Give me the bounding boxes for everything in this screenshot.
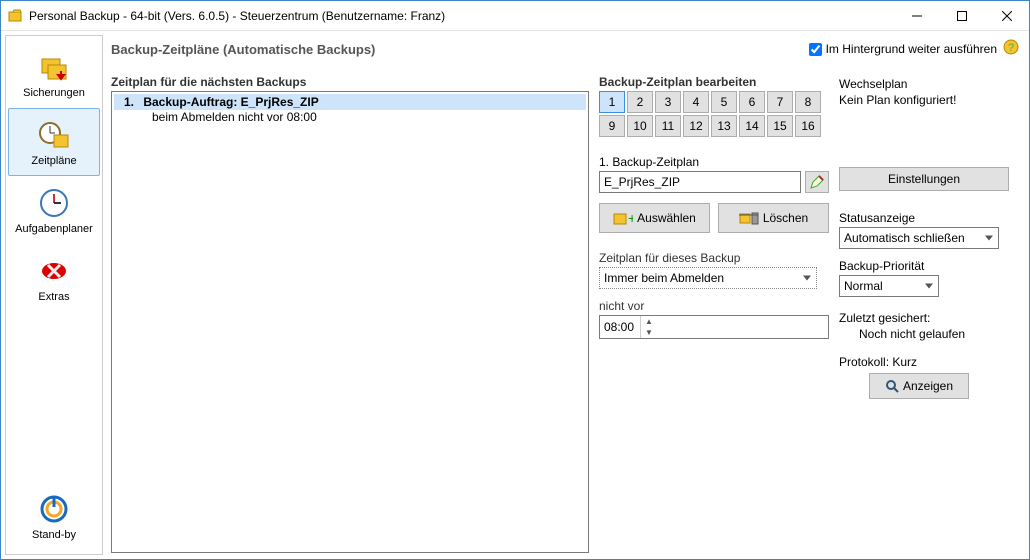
help-icon[interactable]: ? (1003, 39, 1019, 60)
maximize-button[interactable] (939, 1, 984, 30)
not-before-label: nicht vor (599, 299, 829, 313)
sidebar-item-standby[interactable]: Stand-by (8, 482, 100, 550)
slot-button-4[interactable]: 4 (683, 91, 709, 113)
slot-grid: 1 2 3 4 5 6 7 8 9 10 11 12 13 14 15 16 (599, 91, 829, 137)
backup-schedule-list[interactable]: 1. Backup-Auftrag: E_PrjRes_ZIP beim Abm… (111, 91, 589, 553)
slot-button-7[interactable]: 7 (767, 91, 793, 113)
slot-button-1[interactable]: 1 (599, 91, 625, 113)
schedule-label: Zeitplan für dieses Backup (599, 251, 829, 265)
priority-dropdown[interactable]: Normal (839, 275, 939, 297)
slot-button-13[interactable]: 13 (711, 115, 737, 137)
slot-button-10[interactable]: 10 (627, 115, 653, 137)
schedule-dropdown[interactable]: Immer beim Abmelden (599, 267, 817, 289)
slot-button-14[interactable]: 14 (739, 115, 765, 137)
background-checkbox[interactable]: Im Hintergrund weiter ausführen (809, 42, 997, 56)
wechselplan-status: Kein Plan konfiguriert! (839, 93, 1009, 107)
list-item-detail: beim Abmelden nicht vor 08:00 (114, 110, 586, 124)
slot-button-3[interactable]: 3 (655, 91, 681, 113)
not-before-time-input[interactable] (600, 318, 640, 336)
clock-icon (38, 187, 70, 219)
sidebar-item-extras[interactable]: Extras (8, 244, 100, 312)
wechselplan-heading: Wechselplan (839, 77, 1009, 91)
sidebar-item-label: Extras (38, 291, 69, 303)
slot-button-11[interactable]: 11 (655, 115, 681, 137)
slot-button-9[interactable]: 9 (599, 115, 625, 137)
slot-button-8[interactable]: 8 (795, 91, 821, 113)
list-item[interactable]: 1. Backup-Auftrag: E_PrjRes_ZIP (114, 94, 586, 110)
statusanzeige-heading: Statusanzeige (839, 211, 1009, 225)
magnifier-icon (885, 379, 899, 393)
plan-number-label: 1. Backup-Zeitplan (599, 155, 829, 169)
last-backup-value: Noch nicht gelaufen (839, 327, 1009, 341)
slot-button-2[interactable]: 2 (627, 91, 653, 113)
slot-button-12[interactable]: 12 (683, 115, 709, 137)
protocol-heading: Protokoll: Kurz (839, 355, 1009, 369)
select-button[interactable]: + Auswählen (599, 203, 710, 233)
app-icon (7, 8, 23, 24)
sidebar-item-label: Aufgabenplaner (15, 223, 93, 235)
sidebar-item-label: Stand-by (32, 529, 76, 541)
background-checkbox-input[interactable] (809, 43, 822, 56)
rename-button[interactable] (805, 171, 829, 193)
svg-text:+: + (628, 210, 633, 226)
power-icon (38, 493, 70, 525)
window-title: Personal Backup - 64-bit (Vers. 6.0.5) -… (29, 9, 894, 23)
priority-heading: Backup-Priorität (839, 259, 1009, 273)
settings-button[interactable]: Einstellungen (839, 167, 1009, 191)
slot-button-15[interactable]: 15 (767, 115, 793, 137)
not-before-time-spinner[interactable]: ▲ ▼ (599, 315, 829, 339)
page-title: Backup-Zeitpläne (Automatische Backups) (111, 42, 375, 57)
sidebar-item-label: Sicherungen (23, 87, 85, 99)
folders-icon (38, 51, 70, 83)
show-log-button[interactable]: Anzeigen (869, 373, 969, 399)
next-backups-heading: Zeitplan für die nächsten Backups (111, 75, 589, 89)
spinner-up[interactable]: ▲ (641, 316, 657, 327)
schedule-icon (38, 119, 70, 151)
close-button[interactable] (984, 1, 1029, 30)
sidebar-item-label: Zeitpläne (31, 155, 76, 167)
titlebar: Personal Backup - 64-bit (Vers. 6.0.5) -… (1, 1, 1029, 31)
sidebar-item-aufgabenplaner[interactable]: Aufgabenplaner (8, 176, 100, 244)
tools-icon (38, 255, 70, 287)
statusanzeige-dropdown[interactable]: Automatisch schließen (839, 227, 999, 249)
slot-button-5[interactable]: 5 (711, 91, 737, 113)
spinner-down[interactable]: ▼ (641, 327, 657, 338)
sidebar-item-sicherungen[interactable]: Sicherungen (8, 40, 100, 108)
trash-icon (739, 210, 759, 226)
background-checkbox-label: Im Hintergrund weiter ausführen (826, 42, 997, 56)
add-folder-icon: + (613, 210, 633, 226)
slot-button-6[interactable]: 6 (739, 91, 765, 113)
svg-text:?: ? (1008, 42, 1014, 54)
sidebar: Sicherungen Zeitpläne Aufgabenplaner Ext… (5, 35, 103, 555)
delete-button[interactable]: Löschen (718, 203, 829, 233)
minimize-button[interactable] (894, 1, 939, 30)
slot-button-16[interactable]: 16 (795, 115, 821, 137)
sidebar-item-zeitplaene[interactable]: Zeitpläne (8, 108, 100, 176)
last-backup-heading: Zuletzt gesichert: (839, 311, 1009, 325)
plan-name-input[interactable] (599, 171, 801, 193)
edit-schedule-heading: Backup-Zeitplan bearbeiten (599, 75, 829, 89)
